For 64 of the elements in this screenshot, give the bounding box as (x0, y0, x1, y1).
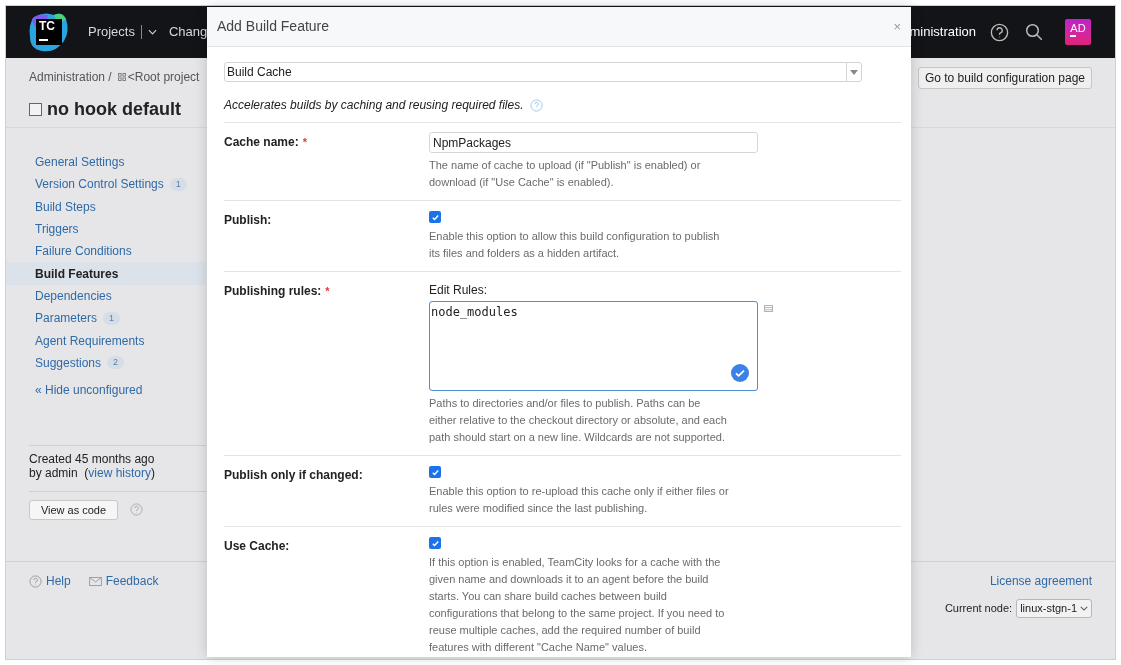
cache-name-field[interactable]: NpmPackages (429, 132, 758, 153)
check-circle-icon (731, 364, 749, 382)
chevron-down-icon (1080, 605, 1088, 611)
goto-button[interactable]: Go to build configuration page (917, 67, 1092, 89)
field-label: Use Cache: (224, 539, 290, 553)
required-mark: * (302, 136, 307, 148)
field-help-text: If this option is enabled, TeamCity looks for a cache with the given name and downloads it to an agent before the build starts. You can share build caches between build configurations that belong to the same project. If you need to reuse multiple caches, add the required number of build features with different "Cache Name" values. (429, 555, 726, 655)
nav-link[interactable]: Chang (168, 22, 208, 42)
required-mark: * (325, 285, 330, 297)
envelope-icon (88, 576, 102, 586)
rules-textarea[interactable]: node_modules (429, 301, 758, 391)
help-icon[interactable] (990, 22, 1009, 42)
dialog-title: Add Build Feature (217, 17, 330, 36)
field-label: Publishing rules: (224, 284, 322, 298)
avatar[interactable]: AD (1065, 19, 1091, 45)
sidebar-item[interactable]: Build Steps (6, 195, 206, 218)
field-help-text: Enable this option to re-upload this cache only if either files or rules were modified since the last publishing. (429, 484, 729, 516)
sidebar-item[interactable]: Dependencies (6, 284, 206, 308)
sidebar-item[interactable]: Triggers (6, 217, 206, 241)
nav-menu[interactable]: Projects (88, 22, 157, 42)
field-help-text: Enable this option to allow this build configuration to publish its files and folders as a hidden artifact. (429, 229, 721, 261)
help-link[interactable]: Help (46, 572, 71, 590)
sidebar-item[interactable]: Version Control Settings 1 (6, 173, 206, 196)
feature-description: Accelerates builds by caching and reusing required files. (224, 97, 524, 114)
count-badge: 1 (169, 177, 187, 191)
sidebar-item[interactable]: Agent Requirements (6, 329, 206, 352)
sidebar-item[interactable]: Build Features (6, 262, 206, 285)
sidebar-item[interactable]: Failure Conditions (6, 240, 206, 263)
checkbox[interactable] (429, 211, 441, 223)
checkbox[interactable] (429, 537, 441, 549)
node-label: Current node: (944, 601, 1013, 616)
checkbox[interactable] (429, 466, 441, 478)
view-as-code-button[interactable]: View as code (29, 499, 118, 520)
field-help-text: The name of cache to upload (if "Publish" is enabled) or download (if "Use Cache" is enabled). (429, 158, 702, 190)
node-select[interactable]: linux-stgn-1 (1016, 599, 1092, 618)
sidebar-item[interactable]: General Settings (6, 151, 206, 174)
field-label: Publish only if changed: (224, 468, 363, 482)
count-badge: 1 (103, 311, 121, 325)
sidebar-item[interactable]: Suggestions 2 (6, 351, 206, 374)
breadcrumb-link[interactable]: Administration / (29, 68, 112, 86)
feedback-link[interactable]: Feedback (105, 572, 159, 590)
project-icon (117, 73, 126, 81)
logo-text: TC (39, 20, 55, 33)
feature-select[interactable]: Build Cache (224, 62, 862, 82)
search-icon[interactable] (1025, 23, 1043, 41)
chevron-down-icon (147, 29, 157, 35)
field-label: Publish: (224, 213, 272, 227)
rules-text: node_modules (431, 304, 518, 321)
field-label: Cache name: (224, 135, 299, 149)
field-help-text: Paths to directories and/or files to publish. Paths can be either relative to the checkout directory or absolute, and each path should start on a new line. Wildcards are not supported. (429, 396, 728, 445)
breadcrumb-link[interactable]: <Root project (127, 68, 200, 86)
close-button[interactable]: × (893, 16, 901, 37)
sidebar-item[interactable]: Parameters 1 (6, 307, 206, 330)
view-history-link[interactable]: view history (88, 465, 152, 480)
field-caption: Edit Rules: (429, 282, 489, 299)
hide-unconfigured-link[interactable]: « Hide unconfigured (35, 380, 206, 399)
count-badge: 2 (107, 356, 125, 370)
page-title: no hook default (47, 98, 181, 121)
logo[interactable]: TC (28, 11, 70, 53)
checkbox-icon (29, 103, 42, 116)
nav-link[interactable]: ministration (909, 22, 976, 42)
created-note: Created 45 months ago by admin (view history) (29, 451, 157, 480)
dropdown-arrow-icon (850, 69, 858, 75)
license-link[interactable]: License agreement (989, 572, 1092, 590)
